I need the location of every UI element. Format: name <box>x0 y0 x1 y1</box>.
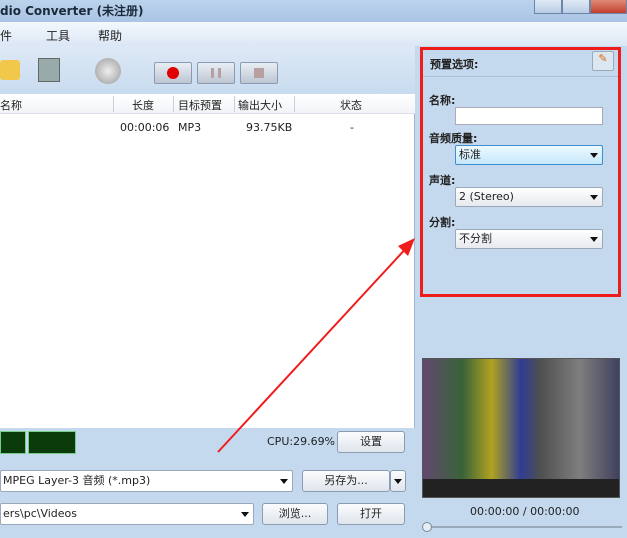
output-path-field[interactable]: ers\pc\Videos <box>0 503 254 525</box>
playback-time: 00:00:00 / 00:00:00 <box>470 505 580 518</box>
menu-tools[interactable]: 工具 <box>46 27 70 44</box>
menu-help[interactable]: 帮助 <box>98 27 122 44</box>
record-icon <box>167 67 179 79</box>
row-size: 93.75KB <box>246 121 293 134</box>
row-preset: MP3 <box>178 121 202 134</box>
row-length: 00:00:06 <box>120 121 170 134</box>
save-as-dropdown[interactable] <box>390 470 406 492</box>
row-status: - <box>350 121 354 134</box>
add-folder-icon[interactable] <box>0 60 20 80</box>
menu-file[interactable]: 件 <box>0 27 12 44</box>
pause-button[interactable] <box>197 62 235 84</box>
save-as-button[interactable]: 另存为... <box>302 470 390 492</box>
open-button[interactable]: 打开 <box>337 503 405 525</box>
browse-button[interactable]: 浏览... <box>262 503 328 525</box>
annotation-arrow <box>217 238 415 453</box>
menu-bar: 件 工具 帮助 <box>0 22 627 46</box>
output-path-value: ers\pc\Videos <box>3 507 78 520</box>
record-button[interactable] <box>154 62 192 84</box>
minimize-button[interactable] <box>534 0 562 14</box>
video-preview <box>422 358 620 498</box>
window-title: dio Converter (未注册) <box>0 4 144 18</box>
chevron-down-icon <box>241 512 249 517</box>
format-value: MPEG Layer-3 音频 (*.mp3) <box>3 474 151 487</box>
remove-file-icon[interactable] <box>38 58 60 82</box>
stop-button[interactable] <box>240 62 278 84</box>
maximize-button[interactable] <box>562 0 590 14</box>
seek-handle[interactable] <box>422 522 432 532</box>
level-meter-right <box>28 431 76 454</box>
close-button[interactable] <box>590 0 627 14</box>
seek-slider[interactable] <box>422 522 622 532</box>
table-row[interactable]: 00:00:06 MP3 93.75KB - <box>0 94 415 134</box>
pause-icon <box>211 68 221 78</box>
title-bar: dio Converter (未注册) <box>0 0 627 22</box>
add-preset-gear-icon[interactable] <box>95 58 121 84</box>
level-meter-left <box>0 431 26 454</box>
chevron-down-icon <box>280 479 288 484</box>
format-select[interactable]: MPEG Layer-3 音频 (*.mp3) <box>0 470 293 492</box>
stop-icon <box>254 68 264 78</box>
highlight-box <box>420 47 621 297</box>
chevron-down-icon <box>394 479 402 484</box>
